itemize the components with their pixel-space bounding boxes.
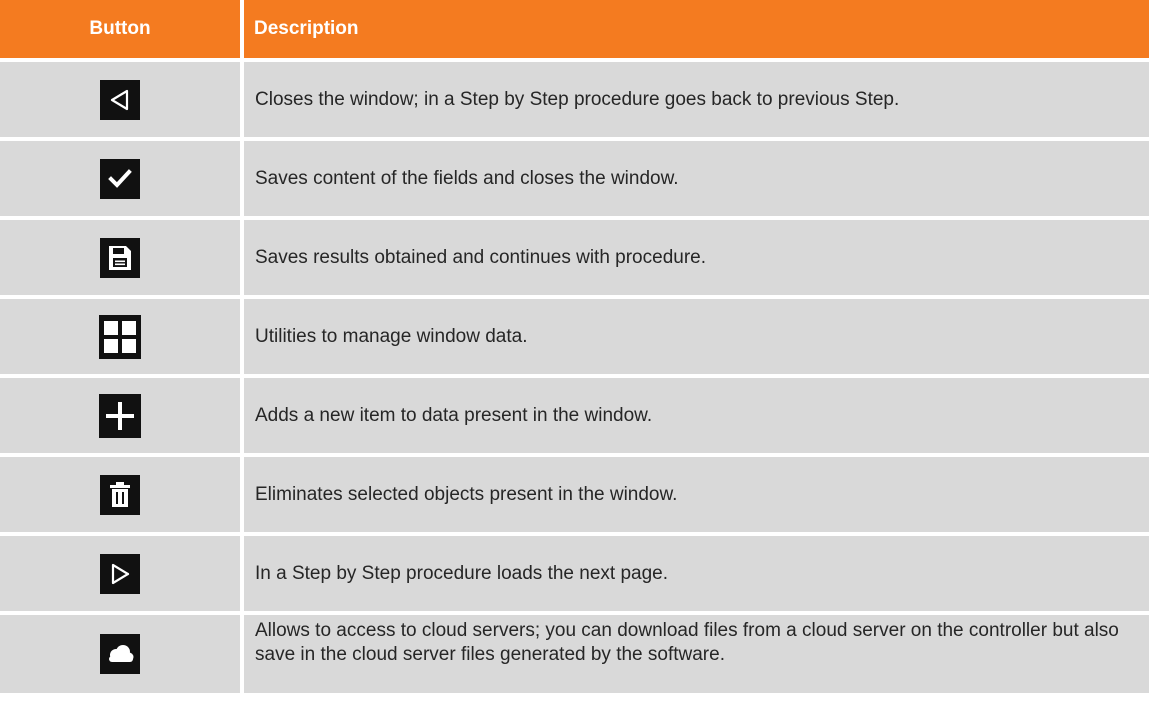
description-cell: Adds a new item to data present in the w… [244,378,1149,453]
description-cell: Saves results obtained and continues wit… [244,220,1149,295]
table-row: Utilities to manage window data. [0,299,1149,374]
description-cell: Closes the window; in a Step by Step pro… [244,62,1149,137]
save-disk-icon [100,237,140,278]
cloud-icon [100,634,140,674]
table-header: Button Description [0,0,1149,58]
table-row: Adds a new item to data present in the w… [0,378,1149,453]
next-triangle-icon [100,553,140,594]
table-row: Saves content of the fields and closes t… [0,141,1149,216]
table-row: Eliminates selected objects present in t… [0,457,1149,532]
table-row: Closes the window; in a Step by Step pro… [0,62,1149,137]
button-cell [0,141,240,216]
table-row: Saves results obtained and continues wit… [0,220,1149,295]
button-cell [0,378,240,453]
header-description: Description [244,0,1149,58]
button-cell [0,62,240,137]
back-triangle-icon [100,79,140,120]
button-cell [0,299,240,374]
description-cell: Eliminates selected objects present in t… [244,457,1149,532]
trash-icon [100,474,140,515]
button-cell [0,615,240,693]
description-cell: In a Step by Step procedure loads the ne… [244,536,1149,611]
checkmark-icon [100,158,140,199]
button-cell [0,220,240,295]
table-row: Allows to access to cloud servers; you c… [0,615,1149,693]
description-cell: Utilities to manage window data. [244,299,1149,374]
buttons-table: Button Description Closes the window; in… [0,0,1149,693]
button-cell [0,536,240,611]
description-cell: Allows to access to cloud servers; you c… [244,615,1149,693]
button-cell [0,457,240,532]
table-row: In a Step by Step procedure loads the ne… [0,536,1149,611]
description-cell: Saves content of the fields and closes t… [244,141,1149,216]
header-button: Button [0,0,240,58]
grid-icon [99,314,141,359]
plus-icon [99,393,141,438]
